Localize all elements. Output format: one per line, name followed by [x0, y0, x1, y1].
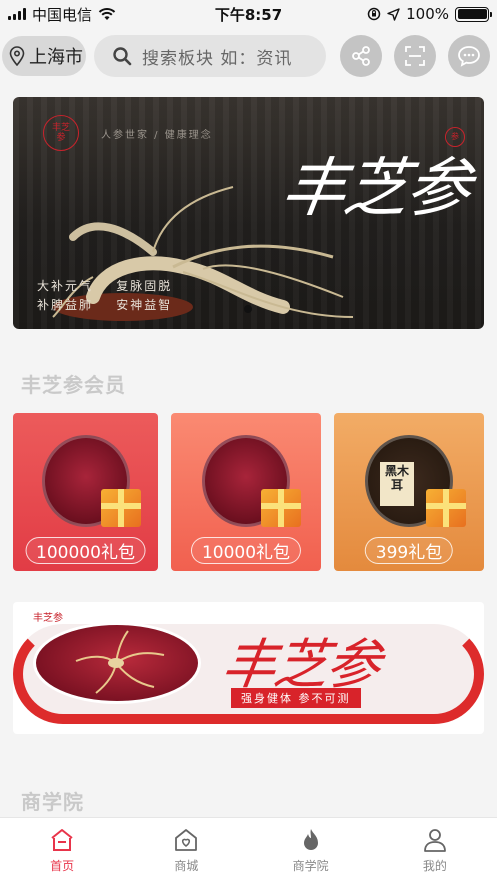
tab-label: 商学院 [292, 859, 329, 873]
gift-box-icon [261, 489, 301, 527]
home-icon [51, 829, 73, 851]
member-card-10000[interactable]: 10000礼包 [171, 413, 321, 571]
banner-slogan: 补脾益肺 [37, 298, 94, 312]
share-button[interactable] [340, 35, 382, 77]
brand-seal-icon: 丰芝参 [43, 115, 79, 151]
user-icon [423, 829, 446, 852]
tab-shop[interactable]: 商城 [124, 818, 248, 883]
banner-tagline: 人参世家 / 健康理念 [101, 130, 213, 141]
battery-icon [455, 6, 492, 22]
package-label: 10000礼包 [190, 537, 302, 564]
ginseng-oval-image [33, 622, 201, 704]
city-selector[interactable]: 上海市 [2, 36, 86, 76]
banner-slogan-row-1: 大补元气 复脉固脱 [37, 277, 172, 294]
header: 上海市 搜索板块 如：资讯 [0, 34, 497, 80]
promo-tagline: 强身健体 参不可测 [231, 688, 361, 708]
package-label: 399礼包 [364, 537, 454, 564]
message-icon [458, 46, 480, 67]
tab-home[interactable]: 首页 [0, 818, 124, 883]
member-section-title: 丰芝参会员 [21, 373, 126, 397]
brand-seal-icon: 丰芝参 [33, 613, 63, 624]
small-seal-icon: 参 [445, 127, 465, 147]
scan-button[interactable] [394, 35, 436, 77]
tab-label: 商城 [174, 859, 199, 873]
message-button[interactable] [448, 35, 490, 77]
banner-slogan-row-2: 补脾益肺 安神益智 [37, 296, 172, 313]
hero-banner[interactable]: 丰芝参 人参世家 / 健康理念 丰芝参 参 大补元气 复脉固脱 补脾益肺 安神益… [13, 97, 484, 329]
member-card-100000[interactable]: 100000礼包 [13, 413, 158, 571]
gift-box-icon [101, 489, 141, 527]
member-card-399[interactable]: 黑木耳 399礼包 [334, 413, 484, 571]
ginseng-root-illustration [75, 630, 165, 694]
tab-profile[interactable]: 我的 [373, 818, 497, 883]
location-pin-icon [9, 46, 25, 66]
banner-slogan: 复脉固脱 [116, 279, 173, 293]
search-placeholder: 搜索板块 如：资讯 [142, 48, 293, 69]
location-arrow-icon [387, 7, 400, 21]
share-icon [352, 46, 370, 66]
shop-icon [175, 829, 198, 851]
package-label: 100000礼包 [25, 537, 146, 564]
status-right: 100% [367, 5, 492, 23]
tab-academy[interactable]: 商学院 [249, 818, 373, 883]
status-bar: 中国电信 下午8:57 100% [0, 0, 497, 28]
scan-icon [405, 46, 425, 66]
search-icon [113, 47, 132, 66]
carousel-indicator[interactable] [244, 305, 252, 313]
academy-section-title: 商学院 [21, 790, 84, 814]
bottom-tab-bar: 首页 商城 商学院 我的 [0, 817, 497, 883]
tab-label: 首页 [50, 859, 75, 873]
banner-slogan: 安神益智 [116, 298, 173, 312]
gift-box-icon [426, 489, 466, 527]
battery-percent: 100% [406, 5, 449, 23]
rotation-lock-icon [367, 7, 381, 21]
product-box: 黑木耳 [380, 462, 414, 506]
banner-slogan: 大补元气 [37, 279, 94, 293]
banner-brand-title: 丰芝参 [276, 152, 474, 226]
promo-banner[interactable]: 丰芝参 丰芝参 强身健体 参不可测 [13, 602, 484, 734]
city-label: 上海市 [29, 47, 83, 68]
tab-label: 我的 [422, 859, 447, 873]
flame-icon [303, 829, 318, 850]
search-input[interactable]: 搜索板块 如：资讯 [94, 35, 326, 77]
